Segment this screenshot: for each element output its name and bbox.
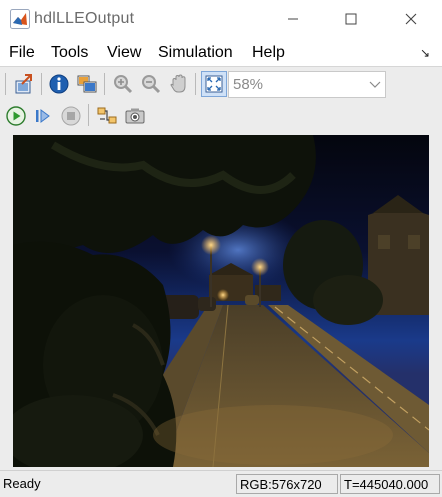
fit-to-window-button[interactable]	[201, 71, 227, 97]
menu-simulation[interactable]: Simulation	[158, 44, 233, 62]
maximize-icon	[345, 13, 357, 25]
window-title: hdlLLEOutput	[34, 10, 135, 27]
zoom-in-button[interactable]	[111, 72, 135, 96]
highlight-block-button[interactable]	[95, 104, 119, 128]
export-to-workspace-icon	[15, 74, 32, 94]
export-to-workspace-button[interactable]	[12, 72, 36, 96]
maintain-fit-icon	[77, 75, 97, 93]
toolbar-separator	[41, 73, 42, 95]
title-bar[interactable]: hdlLLEOutput	[0, 0, 442, 38]
view-toolbar: 58%	[0, 66, 442, 100]
video-viewport[interactable]	[0, 132, 442, 470]
menu-view[interactable]: View	[107, 44, 141, 62]
maximize-button[interactable]	[328, 0, 374, 38]
dock-arrow-icon[interactable]: ↘	[420, 46, 430, 60]
close-icon	[405, 13, 417, 25]
menu-bar: File Tools View Simulation Help ↘	[0, 38, 442, 66]
stop-button[interactable]	[59, 104, 83, 128]
video-frame[interactable]	[13, 135, 429, 467]
menu-tools[interactable]: Tools	[51, 44, 88, 62]
toolbar-separator	[104, 73, 105, 95]
status-text: Ready	[3, 476, 41, 491]
zoom-level-value: 58%	[233, 76, 264, 93]
status-bar: Ready RGB:576x720 T=445040.000	[0, 470, 442, 497]
snapshot-button[interactable]	[123, 104, 147, 128]
menu-file[interactable]: File	[9, 44, 35, 62]
close-button[interactable]	[388, 0, 434, 38]
toolbar-separator	[195, 73, 196, 95]
highlight-block-icon	[97, 107, 117, 124]
run-icon	[6, 106, 26, 126]
zoom-level-dropdown[interactable]: 58%	[228, 71, 386, 98]
matlab-simulink-icon	[10, 9, 30, 29]
night-street-image	[13, 135, 429, 467]
fit-to-window-icon	[205, 75, 223, 93]
simulation-toolbar	[0, 100, 442, 132]
chevron-down-icon	[369, 77, 381, 93]
toolbar-grip	[5, 73, 6, 95]
zoom-out-icon	[142, 75, 161, 94]
snapshot-camera-icon	[125, 108, 145, 124]
zoom-out-button[interactable]	[139, 72, 163, 96]
info-button[interactable]	[47, 72, 71, 96]
zoom-in-icon	[114, 75, 133, 94]
step-forward-icon	[36, 109, 50, 123]
minimize-button[interactable]	[270, 0, 316, 38]
stop-icon	[61, 106, 81, 126]
pan-button[interactable]	[167, 72, 191, 96]
menu-help[interactable]: Help	[252, 44, 285, 62]
step-forward-button[interactable]	[31, 104, 55, 128]
maintain-fit-button[interactable]	[75, 72, 99, 96]
pan-hand-icon	[170, 74, 186, 93]
simulation-time-readout: T=445040.000	[340, 474, 440, 494]
info-icon	[49, 74, 69, 94]
run-button[interactable]	[4, 104, 28, 128]
minimize-icon	[288, 18, 298, 20]
toolbar-separator	[88, 104, 89, 126]
frame-size-readout: RGB:576x720	[236, 474, 338, 494]
